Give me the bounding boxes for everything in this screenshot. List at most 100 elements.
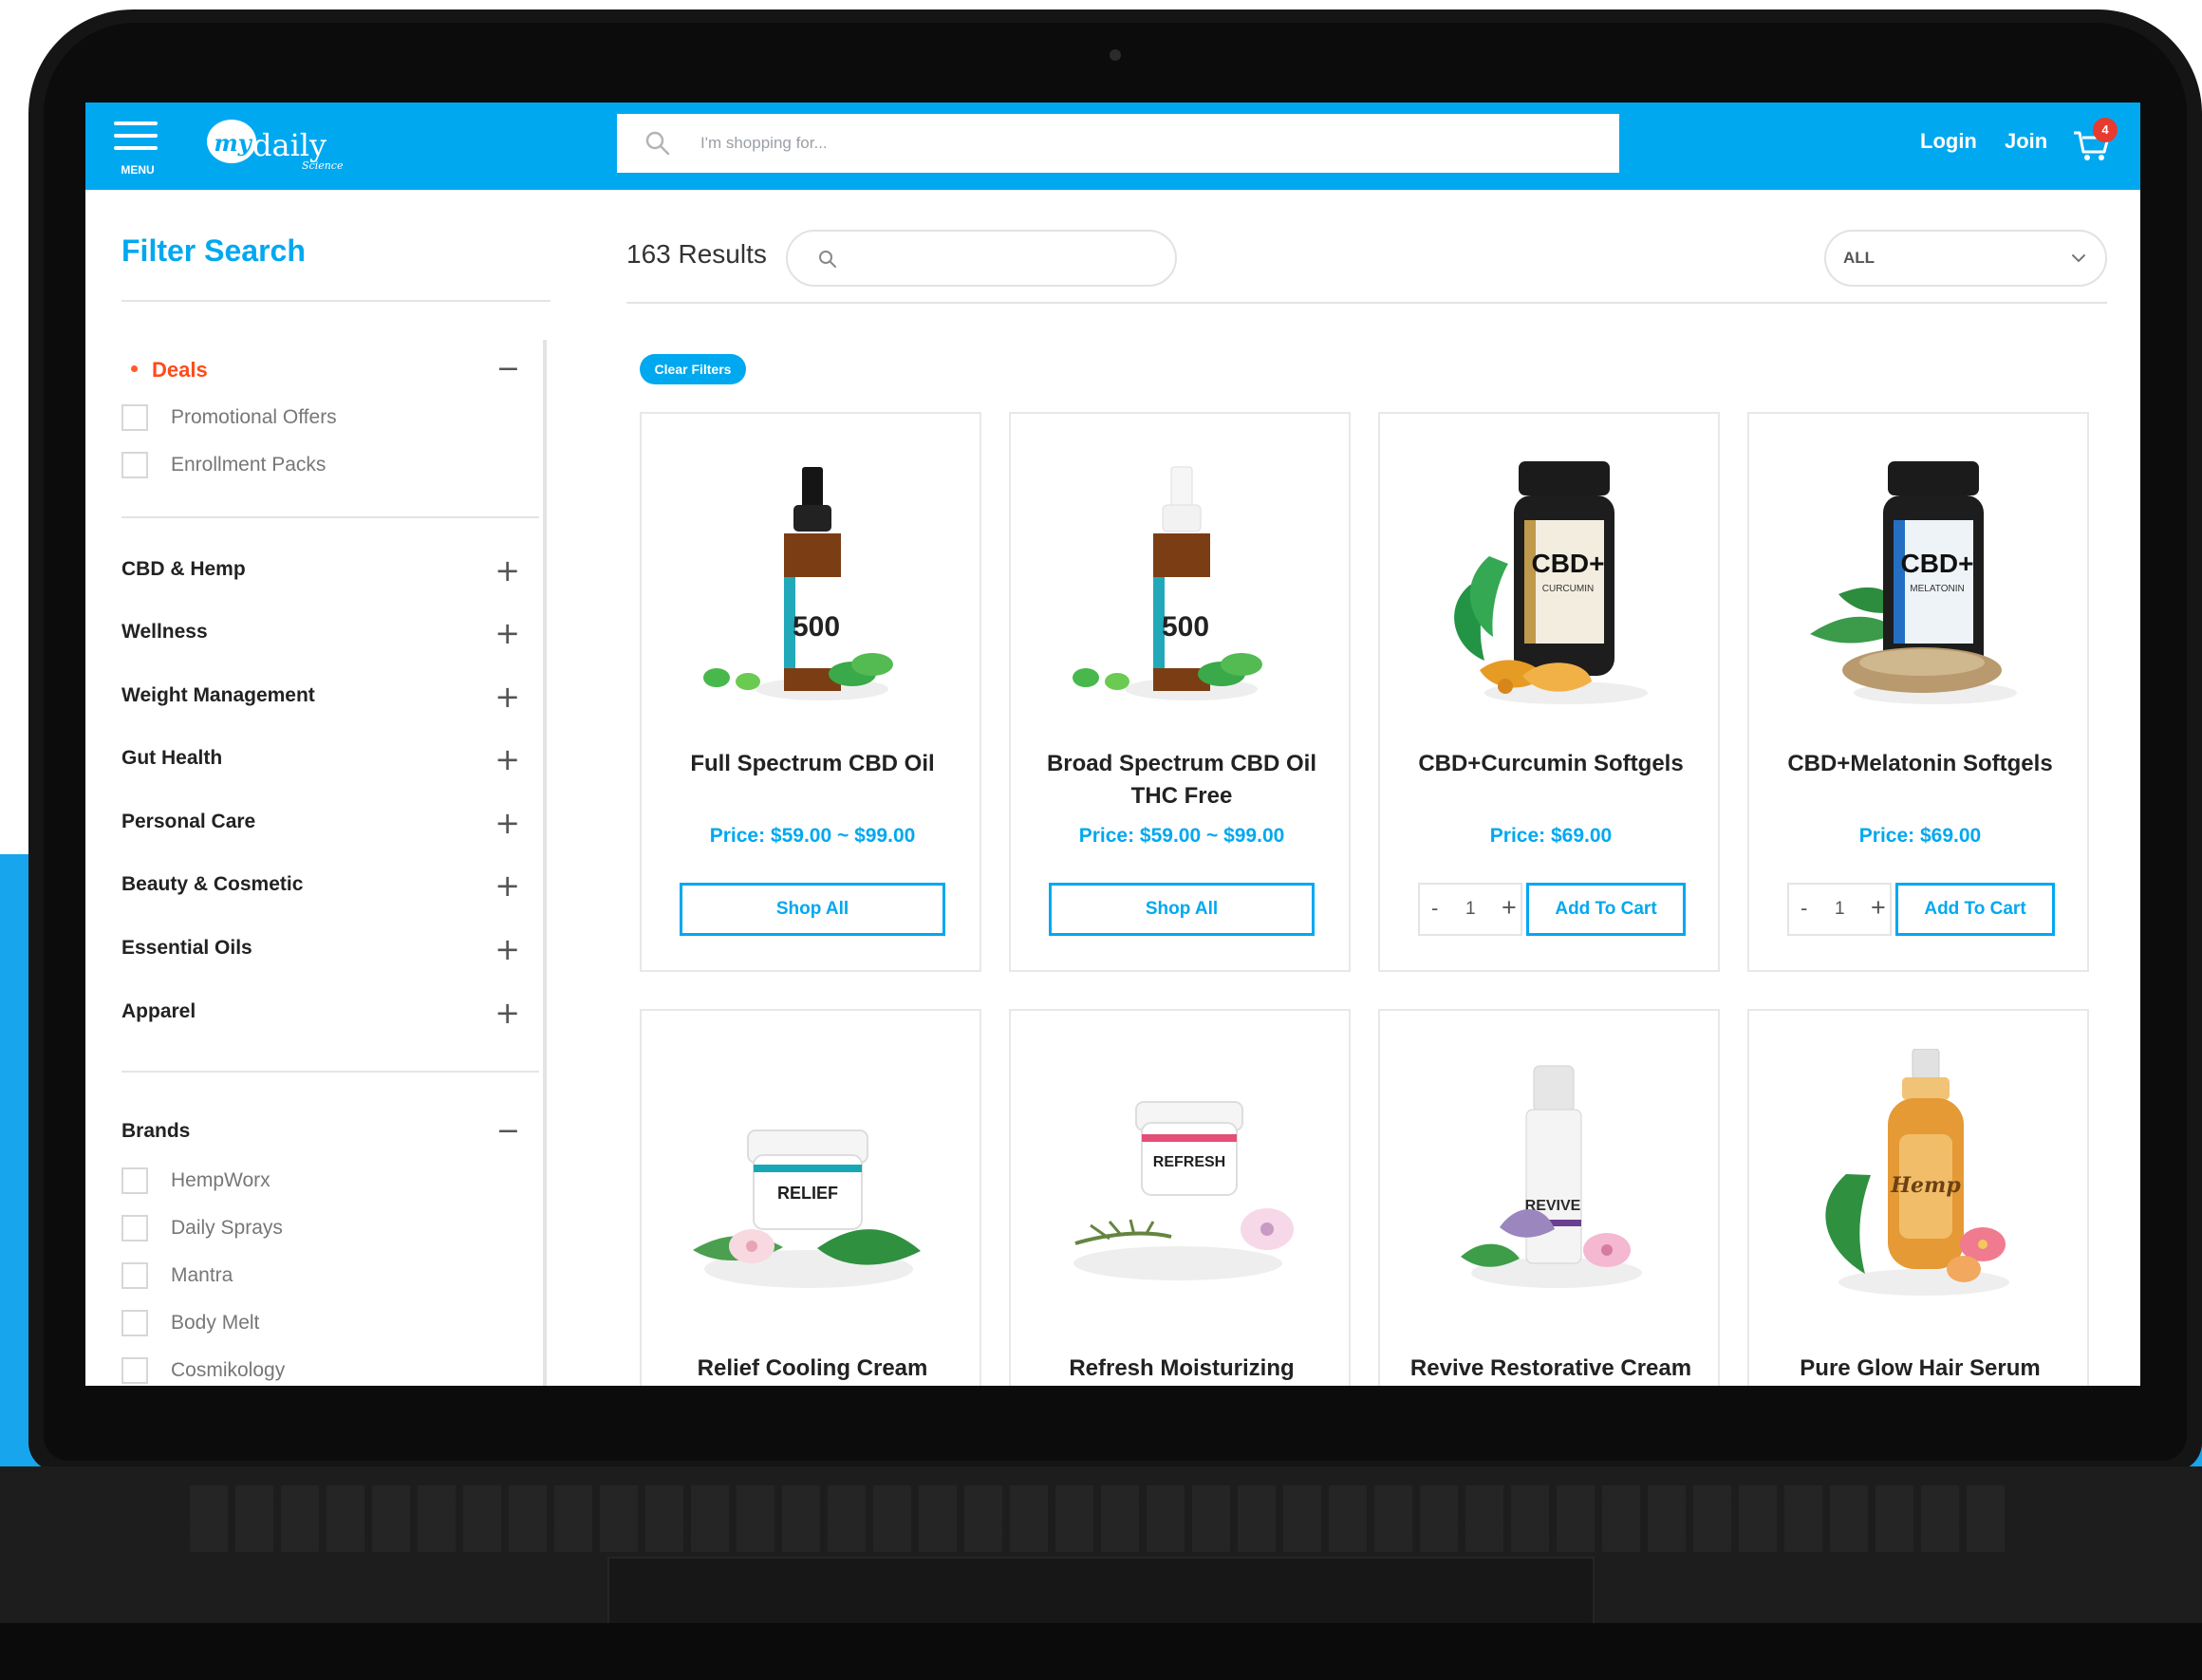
quantity-stepper[interactable]: - 1 +: [1418, 883, 1522, 936]
join-link[interactable]: Join: [2005, 129, 2047, 154]
checkbox[interactable]: [121, 1357, 148, 1384]
category-apparel[interactable]: Apparel +: [121, 995, 520, 1031]
plus-icon[interactable]: +: [1871, 893, 1886, 923]
category-beauty-cosmetic[interactable]: Beauty & Cosmetic +: [121, 868, 520, 904]
deals-filter-header[interactable]: Deals −: [121, 354, 520, 384]
quantity-stepper[interactable]: - 1 +: [1787, 883, 1892, 936]
product-price: Price: $69.00: [1858, 825, 1982, 847]
product-name[interactable]: CBD+Melatonin Softgels: [1770, 748, 2070, 780]
product-card[interactable]: REVIVE Revive Restorative Cream 30ml: [1378, 1009, 1720, 1386]
hamburger-icon-bar: [114, 121, 158, 125]
logo-my-text: my: [214, 129, 252, 157]
product-name[interactable]: Pure Glow Hair Serum: [1770, 1353, 2070, 1385]
site-search: [617, 114, 1619, 173]
product-name[interactable]: Full Spectrum CBD Oil: [662, 748, 962, 780]
menu-label: MENU: [121, 163, 155, 177]
expand-icon[interactable]: +: [495, 615, 520, 651]
results-search-box[interactable]: [786, 230, 1177, 287]
bottle-label-text: 500: [1162, 611, 1209, 643]
product-card[interactable]: 500 Broad Spectrum CBD Oil THC Free Pric…: [1009, 412, 1351, 972]
checkbox[interactable]: [121, 404, 148, 431]
relief-cream-jar-image[interactable]: RELIEF: [642, 1049, 983, 1334]
collapse-icon[interactable]: −: [496, 355, 520, 383]
expand-icon[interactable]: +: [495, 868, 520, 904]
bottle-label-text: CBD+: [1531, 549, 1604, 578]
checkbox[interactable]: [121, 1262, 148, 1289]
checkbox[interactable]: [121, 1167, 148, 1194]
search-icon[interactable]: [644, 129, 672, 158]
sidebar-scrollbar[interactable]: [543, 340, 547, 1386]
melatonin-softgels-bottle-image[interactable]: CBD+ MELATONIN: [1749, 414, 2091, 727]
filter-option-label: Promotional Offers: [171, 406, 337, 428]
minus-icon[interactable]: -: [1431, 896, 1438, 921]
clear-filters-button[interactable]: Clear Filters: [640, 354, 746, 384]
product-name[interactable]: Refresh Moisturizing Cream: [1032, 1353, 1332, 1386]
category-cbd-hemp[interactable]: CBD & Hemp +: [121, 552, 520, 588]
category-essential-oils[interactable]: Essential Oils +: [121, 931, 520, 967]
login-link[interactable]: Login: [1920, 129, 1977, 154]
add-to-cart-button[interactable]: Add To Cart: [1526, 883, 1686, 936]
refresh-cream-jar-image[interactable]: REFRESH: [1011, 1049, 1353, 1334]
minus-icon[interactable]: -: [1801, 896, 1807, 921]
product-name[interactable]: CBD+Curcumin Softgels: [1401, 748, 1701, 780]
category-label: Gut Health: [121, 747, 223, 769]
brand-logo[interactable]: my daily Science: [207, 118, 359, 175]
hair-serum-bottle-image[interactable]: Hemp: [1749, 1049, 2091, 1334]
product-card[interactable]: 500 Full Spectrum CBD Oil Price: $59.00 …: [640, 412, 981, 972]
jar-label-text: RELIEF: [777, 1184, 838, 1203]
menu-button[interactable]: MENU: [114, 118, 161, 177]
product-card[interactable]: Hemp Pure Glow Hair Serum: [1747, 1009, 2089, 1386]
shop-all-button[interactable]: Shop All: [1049, 883, 1315, 936]
expand-icon[interactable]: +: [495, 931, 520, 967]
checkbox[interactable]: [121, 452, 148, 478]
divider: [121, 300, 550, 302]
bottle-label-text: CBD+: [1900, 549, 1973, 578]
expand-icon[interactable]: +: [495, 741, 520, 777]
curcumin-softgels-bottle-image[interactable]: CBD+ CURCUMIN: [1380, 414, 1722, 727]
divider: [121, 516, 539, 518]
product-card[interactable]: RELIEF Relief Cooling Cream: [640, 1009, 981, 1386]
results-search-input[interactable]: [856, 232, 1160, 285]
category-gut-health[interactable]: Gut Health +: [121, 741, 520, 777]
chevron-down-icon: [2072, 254, 2085, 262]
product-name[interactable]: Relief Cooling Cream: [662, 1353, 962, 1385]
product-name[interactable]: Revive Restorative Cream 30ml: [1401, 1353, 1701, 1386]
quantity-value[interactable]: 1: [1835, 899, 1845, 920]
logo-daily-text: daily: [252, 127, 327, 163]
search-input[interactable]: [700, 114, 1602, 173]
product-card[interactable]: CBD+ MELATONIN CBD+Melatonin Softgels Pr…: [1747, 412, 2089, 972]
quantity-value[interactable]: 1: [1465, 899, 1476, 920]
product-card[interactable]: REFRESH Refresh Moisturizing Cream: [1009, 1009, 1351, 1386]
search-icon[interactable]: [816, 248, 839, 271]
category-label: CBD & Hemp: [121, 558, 246, 580]
category-personal-care[interactable]: Personal Care +: [121, 805, 520, 841]
cbd-oil-bottle-image[interactable]: 500: [1011, 414, 1353, 727]
product-price: Price: $59.00 ~ $99.00: [1078, 825, 1285, 847]
category-select[interactable]: ALL: [1824, 230, 2107, 287]
expand-icon[interactable]: +: [495, 805, 520, 841]
category-weight-management[interactable]: Weight Management +: [121, 679, 520, 715]
collapse-icon[interactable]: −: [496, 1117, 520, 1146]
product-name[interactable]: Broad Spectrum CBD Oil THC Free: [1032, 748, 1332, 812]
cbd-oil-bottle-image[interactable]: 500: [642, 414, 983, 727]
checkbox[interactable]: [121, 1310, 148, 1336]
category-wellness[interactable]: Wellness +: [121, 615, 520, 651]
category-label: Personal Care: [121, 811, 256, 832]
cart-button[interactable]: 4: [2072, 118, 2118, 165]
shop-all-button[interactable]: Shop All: [680, 883, 945, 936]
bottle-label-subtext: CURCUMIN: [1542, 584, 1594, 594]
hamburger-icon-bar: [114, 134, 158, 138]
product-card[interactable]: CBD+ CURCUMIN CBD+Curcumin Softgels Pric…: [1378, 412, 1720, 972]
laptop-base-edge: [0, 1623, 2202, 1680]
expand-icon[interactable]: +: [495, 679, 520, 715]
plus-icon[interactable]: +: [1502, 893, 1517, 923]
brands-filter-header[interactable]: Brands −: [121, 1116, 520, 1148]
add-to-cart-button[interactable]: Add To Cart: [1895, 883, 2055, 936]
category-label: Weight Management: [121, 684, 315, 706]
expand-icon[interactable]: +: [495, 995, 520, 1031]
expand-icon[interactable]: +: [495, 552, 520, 588]
checkbox[interactable]: [121, 1215, 148, 1241]
trackpad: [607, 1557, 1595, 1631]
revive-cream-bottle-image[interactable]: REVIVE: [1380, 1049, 1722, 1334]
product-price: Price: $69.00: [1489, 825, 1613, 847]
